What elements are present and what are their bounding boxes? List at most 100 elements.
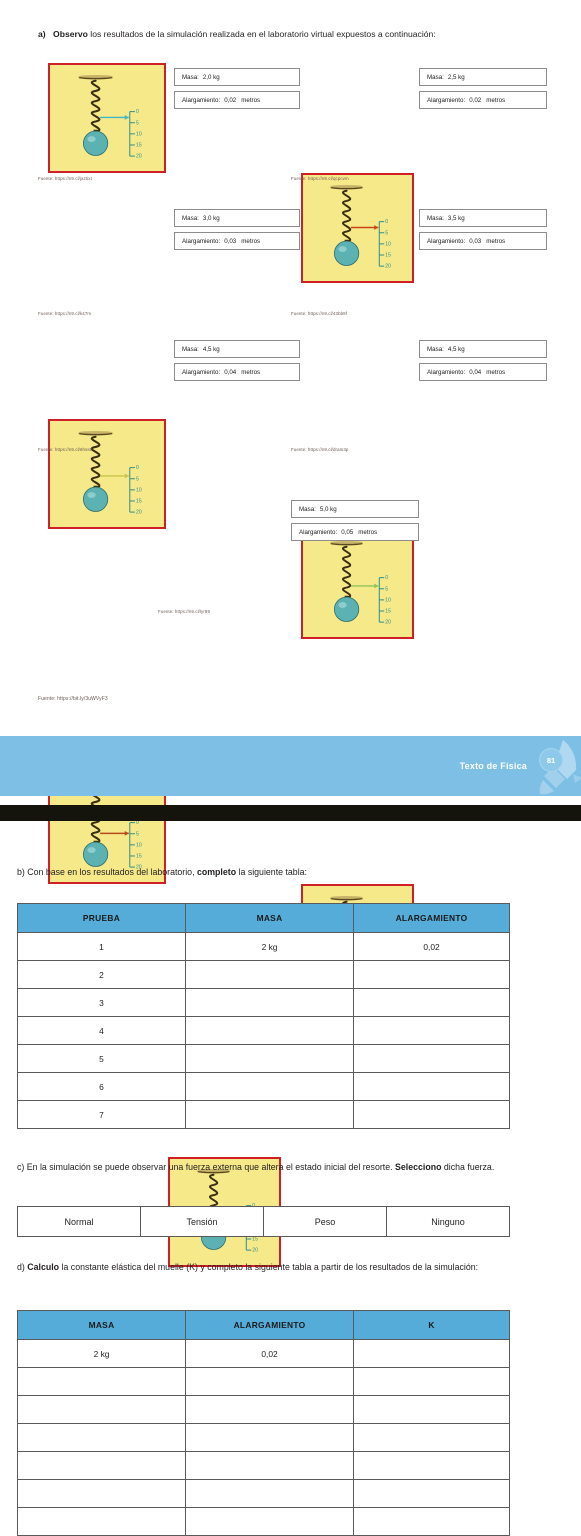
elongation-value-6: 0,04: [469, 368, 482, 376]
constant-table-cell-r6c1[interactable]: [17, 1479, 186, 1508]
force-options-table[interactable]: Normal Tensión Peso Ninguno: [17, 1206, 510, 1237]
results-table-cell-r4c2[interactable]: [185, 1016, 354, 1045]
constant-table-header-3: K: [353, 1310, 510, 1340]
mass-value-box-6: Masa: 4,5 kg: [419, 340, 547, 358]
constant-table-cell-r3c1[interactable]: [17, 1395, 186, 1424]
table-row: [17, 1507, 510, 1536]
table-row: 7: [17, 1100, 510, 1129]
results-table-cell-r3c2[interactable]: [185, 988, 354, 1017]
constant-table-cell-r1c1[interactable]: 2 kg: [17, 1339, 186, 1368]
svg-text:10: 10: [136, 842, 142, 848]
constant-table-header-2: ALARGAMIENTO: [185, 1310, 354, 1340]
constant-table-cell-r4c2[interactable]: [185, 1423, 354, 1452]
elongation-value-box-5: Alargamiento: 0,04 metros: [174, 363, 300, 381]
elongation-label-1: Alargamiento:: [182, 96, 221, 104]
results-table-cell-r7c2[interactable]: [185, 1100, 354, 1129]
constant-table-cell-r6c3[interactable]: [353, 1479, 510, 1508]
svg-text:15: 15: [136, 499, 142, 505]
prompt-c-bold: Selecciono: [395, 1162, 442, 1172]
constant-table-cell-r7c1[interactable]: [17, 1507, 186, 1536]
force-option-peso[interactable]: Peso: [263, 1206, 387, 1237]
elongation-label-7: Alargamiento:: [299, 528, 338, 536]
results-table-cell-r6c1[interactable]: 6: [17, 1072, 186, 1101]
results-table-cell-r7c1[interactable]: 7: [17, 1100, 186, 1129]
svg-text:5: 5: [136, 476, 139, 482]
mass-label-7: Masa:: [299, 505, 316, 513]
elongation-value-box-2: Alargamiento: 0,02 metros: [419, 91, 547, 109]
table-row: 3: [17, 988, 510, 1017]
results-table-cell-r7c3[interactable]: [353, 1100, 510, 1129]
force-option-tensin[interactable]: Tensión: [140, 1206, 264, 1237]
results-table-cell-r1c3[interactable]: 0,02: [353, 932, 510, 961]
results-table-cell-r5c1[interactable]: 5: [17, 1044, 186, 1073]
svg-text:20: 20: [385, 620, 391, 626]
results-table-cell-r4c1[interactable]: 4: [17, 1016, 186, 1045]
results-table: PRUEBA MASA ALARGAMIENTO 12 kg 0,02 2 3 4 5 6 7: [17, 903, 510, 1129]
table-row: 6: [17, 1072, 510, 1101]
page-number-badge: 81: [539, 748, 563, 772]
simulation-source-1: Fuente: https://n9.cl/jaztixt: [38, 176, 92, 181]
results-table-cell-r3c3[interactable]: [353, 988, 510, 1017]
results-table-cell-r6c3[interactable]: [353, 1072, 510, 1101]
results-table-cell-r2c1[interactable]: 2: [17, 960, 186, 989]
elongation-value-7: 0,05: [341, 528, 354, 536]
prompt-b-post: la siguiente tabla:: [236, 867, 307, 877]
constant-table-cell-r7c3[interactable]: [353, 1507, 510, 1536]
prompt-d-text: la constante elástica del muelle (K) y c…: [59, 1262, 479, 1272]
mass-label-4: Masa:: [427, 214, 444, 222]
svg-text:5: 5: [136, 120, 139, 126]
results-table-cell-r5c3[interactable]: [353, 1044, 510, 1073]
mass-value-box-3: Masa: 3,0 kg: [174, 209, 300, 227]
constant-table-cell-r1c2[interactable]: 0,02: [185, 1339, 354, 1368]
simulation-image-3: 0 5 10 15 20: [48, 419, 166, 529]
results-table-cell-r3c1[interactable]: 3: [17, 988, 186, 1017]
svg-text:15: 15: [385, 609, 391, 615]
constant-table-cell-r2c3[interactable]: [353, 1367, 510, 1396]
constant-table-cell-r5c1[interactable]: [17, 1451, 186, 1480]
results-table-cell-r2c3[interactable]: [353, 960, 510, 989]
force-option-ninguno[interactable]: Ninguno: [386, 1206, 510, 1237]
mass-label-3: Masa:: [182, 214, 199, 222]
simulation-source-6: Fuente: https://n9.cl/dram3p: [291, 447, 349, 452]
constant-table-cell-r3c2[interactable]: [185, 1395, 354, 1424]
results-table-cell-r6c2[interactable]: [185, 1072, 354, 1101]
constant-table-cell-r2c1[interactable]: [17, 1367, 186, 1396]
svg-text:20: 20: [252, 1248, 258, 1254]
mass-label-1: Masa:: [182, 73, 199, 81]
constant-table-cell-r7c2[interactable]: [185, 1507, 354, 1536]
constant-table-cell-r4c1[interactable]: [17, 1423, 186, 1452]
svg-text:15: 15: [385, 253, 391, 259]
constant-table-cell-r5c3[interactable]: [353, 1451, 510, 1480]
page-number-wrap: 81: [535, 736, 581, 796]
constant-table-cell-r1c3[interactable]: [353, 1339, 510, 1368]
svg-text:0: 0: [136, 109, 139, 115]
results-table-cell-r4c3[interactable]: [353, 1016, 510, 1045]
prompt-b-bold: completo: [196, 867, 237, 877]
footer-band: Texto de Física 81: [0, 736, 581, 796]
constant-table-cell-r4c3[interactable]: [353, 1423, 510, 1452]
results-table-cell-r1c1[interactable]: 1: [17, 932, 186, 961]
table-row: [17, 1395, 510, 1424]
constant-table-cell-r3c3[interactable]: [353, 1395, 510, 1424]
table-row: [17, 1423, 510, 1452]
constant-table-header-1: MASA: [17, 1310, 186, 1340]
elongation-value-5: 0,04: [224, 368, 237, 376]
elongation-unit-3: metros: [241, 237, 261, 245]
elongation-unit-2: metros: [486, 96, 506, 104]
elongation-label-6: Alargamiento:: [427, 368, 466, 376]
mass-value-3: 3,0 kg: [202, 214, 220, 222]
constant-table-cell-r5c2[interactable]: [185, 1451, 354, 1480]
simulation-source-5: Fuente: https://n9.cl/6hss8: [38, 447, 93, 452]
elongation-unit-6: metros: [486, 368, 506, 376]
results-table-cell-r2c2[interactable]: [185, 960, 354, 989]
results-table-cell-r1c2[interactable]: 2 kg: [185, 932, 354, 961]
constant-table-cell-r6c2[interactable]: [185, 1479, 354, 1508]
table-row: 12 kg 0,02: [17, 932, 510, 961]
elongation-label-5: Alargamiento:: [182, 368, 221, 376]
constant-table-cell-r2c2[interactable]: [185, 1367, 354, 1396]
elongation-value-1: 0,02: [224, 96, 237, 104]
simulation-source-2: Fuente: https://n9.cl/qcpcvm: [291, 176, 349, 181]
results-table-cell-r5c2[interactable]: [185, 1044, 354, 1073]
force-option-normal[interactable]: Normal: [17, 1206, 141, 1237]
global-source-caption: Fuente: https://bit.ly/3uWVyF3: [38, 696, 108, 702]
